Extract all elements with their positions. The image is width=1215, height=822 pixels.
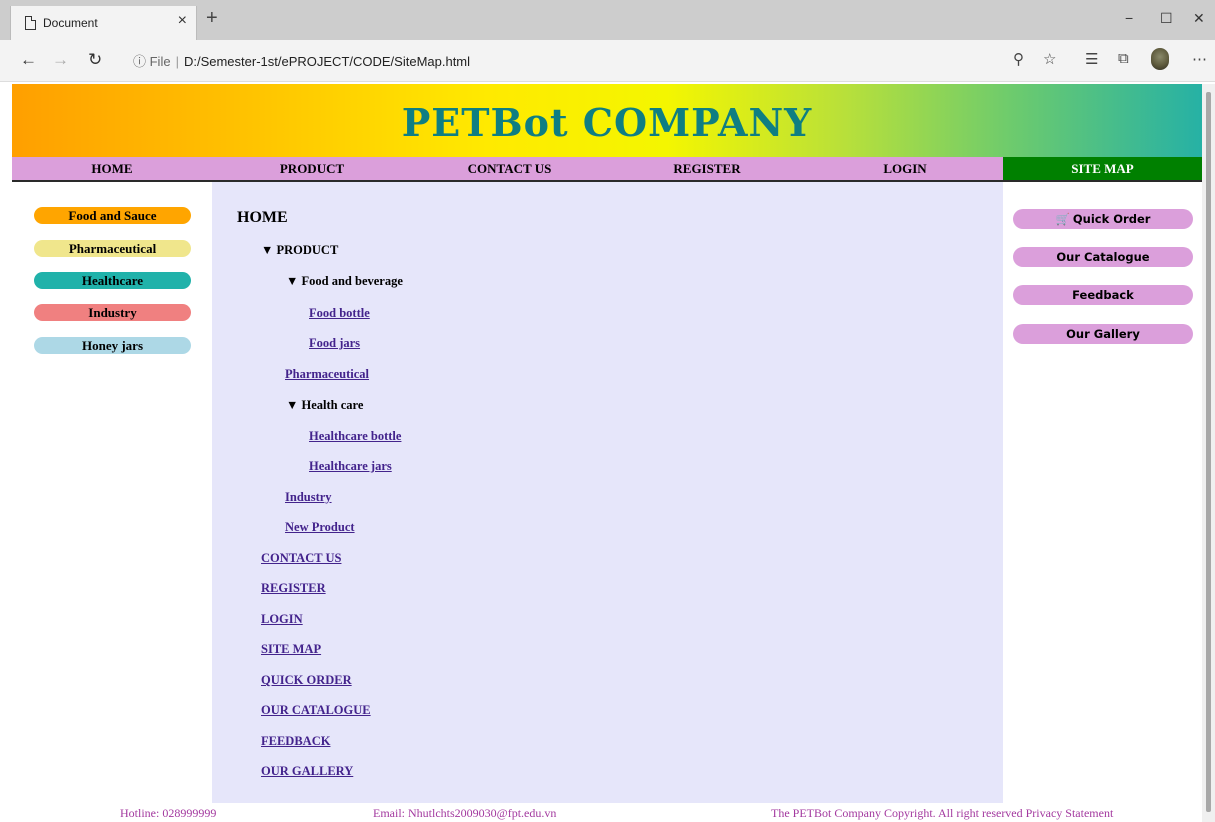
banner: PETBot COMPANY: [12, 84, 1202, 157]
close-window-button[interactable]: ✕: [1193, 10, 1205, 27]
sitemap-link-register[interactable]: REGISTER: [261, 581, 326, 596]
favorites-list-icon[interactable]: ☰: [1085, 50, 1098, 68]
top-navigation: HOME PRODUCT CONTACT US REGISTER LOGIN S…: [12, 157, 1202, 182]
document-icon: [25, 16, 36, 30]
favorite-star-icon[interactable]: ☆: [1043, 50, 1056, 68]
more-icon[interactable]: ⋯: [1192, 50, 1207, 68]
sitemap-link-industry[interactable]: Industry: [285, 490, 332, 505]
footer-hotline: Hotline: 028999999: [120, 806, 217, 820]
sitemap-link-feedback[interactable]: FEEDBACK: [261, 734, 330, 749]
web-page: PETBot COMPANY HOME PRODUCT CONTACT US R…: [12, 84, 1202, 822]
back-icon[interactable]: ←: [20, 50, 37, 70]
site-info-icon[interactable]: ⓘ File: [133, 54, 171, 69]
nav-login[interactable]: LOGIN: [807, 157, 1003, 180]
sitemap-link-pharmaceutical[interactable]: Pharmaceutical: [285, 367, 369, 382]
nav-site-map[interactable]: SITE MAP: [1003, 157, 1202, 180]
quick-order-button[interactable]: 🛒 Quick Order: [1013, 209, 1193, 229]
sitemap-link-our-catalogue[interactable]: OUR CATALOGUE: [261, 703, 371, 718]
sidebar-pharmaceutical[interactable]: Pharmaceutical: [34, 240, 191, 257]
nav-contact-us[interactable]: CONTACT US: [412, 157, 607, 180]
footer-copyright: The PETBot Company Copyright. All right …: [771, 806, 1114, 820]
vertical-scrollbar[interactable]: [1202, 84, 1215, 822]
sidebar-food-and-sauce[interactable]: Food and Sauce: [34, 207, 191, 224]
sitemap-food-and-beverage[interactable]: ▼ Food and beverage: [286, 274, 403, 289]
our-gallery-button[interactable]: Our Gallery: [1013, 324, 1193, 344]
sitemap-health-care[interactable]: ▼ Health care: [286, 398, 363, 413]
sitemap-link-site-map[interactable]: SITE MAP: [261, 642, 321, 657]
tab-title: Document: [43, 16, 98, 30]
footer-email: Email: Nhutlchts2009030@fpt.edu.vn: [373, 806, 557, 820]
nav-product[interactable]: PRODUCT: [212, 157, 412, 180]
address-bar: ← → ↻ ⓘ File | D:/Semester-1st/ePROJECT/CO…: [0, 40, 1215, 82]
sitemap-link-login[interactable]: LOGIN: [261, 612, 303, 627]
zoom-icon[interactable]: ⚲: [1013, 50, 1024, 68]
browser-tab-bar: Document × + − ☐ ✕: [0, 0, 1215, 40]
profile-icon[interactable]: [1151, 48, 1169, 70]
sitemap-link-healthcare-bottle[interactable]: Healthcare bottle: [309, 429, 401, 444]
company-title: PETBot COMPANY: [401, 100, 813, 145]
quick-order-label: Quick Order: [1072, 212, 1151, 226]
forward-icon[interactable]: →: [52, 50, 69, 70]
sitemap-link-our-gallery[interactable]: OUR GALLERY: [261, 764, 353, 779]
tab-close-button[interactable]: ×: [178, 12, 187, 30]
minimize-button[interactable]: −: [1125, 10, 1133, 26]
feedback-button[interactable]: Feedback: [1013, 285, 1193, 305]
sitemap-link-healthcare-jars[interactable]: Healthcare jars: [309, 459, 392, 474]
sitemap-link-contact-us[interactable]: CONTACT US: [261, 551, 341, 566]
maximize-button[interactable]: ☐: [1160, 10, 1173, 27]
url-field[interactable]: ⓘ File | D:/Semester-1st/ePROJECT/CODE/Sit…: [133, 51, 470, 70]
refresh-icon[interactable]: ↻: [88, 50, 102, 70]
sitemap-product[interactable]: ▼ PRODUCT: [261, 243, 338, 258]
scrollbar-thumb[interactable]: [1206, 92, 1211, 812]
sitemap-link-quick-order[interactable]: QUICK ORDER: [261, 673, 352, 688]
url-text: D:/Semester-1st/ePROJECT/CODE/SiteMap.ht…: [183, 54, 471, 69]
nav-home[interactable]: HOME: [12, 157, 212, 180]
sidebar-healthcare[interactable]: Healthcare: [34, 272, 191, 289]
sidebar-industry[interactable]: Industry: [34, 304, 191, 321]
sidebar-honey-jars[interactable]: Honey jars: [34, 337, 191, 354]
browser-tab[interactable]: Document ×: [10, 6, 197, 40]
new-tab-button[interactable]: +: [206, 7, 218, 30]
sitemap-link-food-bottle[interactable]: Food bottle: [309, 306, 370, 321]
sitemap-link-food-jars[interactable]: Food jars: [309, 336, 360, 351]
nav-register[interactable]: REGISTER: [607, 157, 807, 180]
sitemap-home: HOME: [237, 209, 288, 226]
collections-icon[interactable]: ⧉: [1118, 50, 1129, 67]
sitemap-link-new-product[interactable]: New Product: [285, 520, 355, 535]
our-catalogue-button[interactable]: Our Catalogue: [1013, 247, 1193, 267]
cart-icon: 🛒: [1055, 212, 1070, 226]
